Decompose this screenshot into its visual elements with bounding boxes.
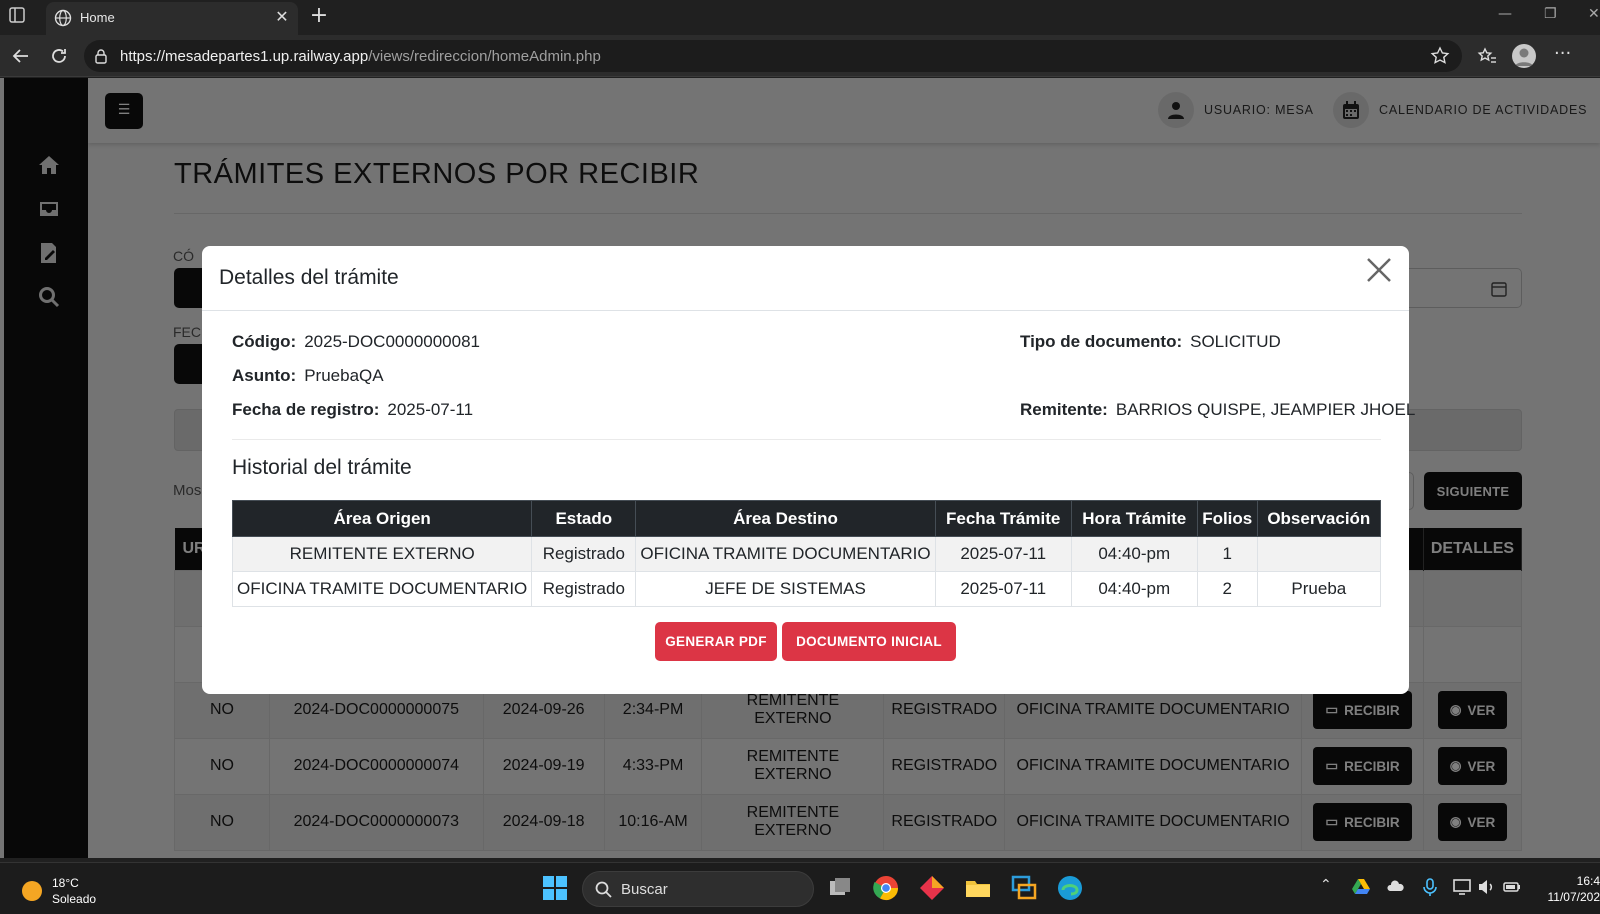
refresh-icon[interactable]: [48, 45, 70, 67]
globe-icon: [54, 9, 72, 27]
window-close-icon[interactable]: ✕: [1588, 6, 1600, 22]
header-hora-tramite: Hora Trámite: [1070, 500, 1198, 537]
remitente-info: Remitente: BARRIOS QUISPE, JEAMPIER JHOEL: [1020, 400, 1416, 419]
generar-pdf-button[interactable]: GENERAR PDF: [655, 622, 777, 661]
battery-icon[interactable]: [1502, 877, 1522, 897]
documento-inicial-button[interactable]: DOCUMENTO INICIAL: [782, 622, 956, 661]
browser-tabbar: Home ✕ + — ❐ ✕: [0, 0, 1600, 35]
volume-icon[interactable]: [1476, 877, 1496, 897]
file-explorer-icon[interactable]: [963, 873, 993, 903]
cell-folios: 2: [1196, 571, 1258, 607]
cell-area-destino: JEFE DE SISTEMAS: [635, 571, 936, 607]
weather-widget[interactable]: 18°C Soleado: [22, 875, 96, 907]
cell-estado: Registrado: [531, 571, 637, 607]
url-text: https://mesadepartes1.up.railway.app/vie…: [120, 48, 601, 65]
cell-hora-tramite: 04:40-pm: [1070, 571, 1198, 607]
header-area-origen: Área Origen: [231, 500, 533, 537]
modal-header: Detalles del trámite: [202, 246, 1409, 311]
remote-desktop-icon[interactable]: [1009, 873, 1039, 903]
cell-fecha-tramite: 2025-07-11: [934, 536, 1072, 572]
cell-area-destino: OFICINA TRAMITE DOCUMENTARIO: [635, 536, 936, 572]
profile-avatar[interactable]: [1512, 44, 1536, 68]
lock-icon: [95, 49, 107, 64]
sun-icon: [22, 881, 42, 901]
microphone-icon[interactable]: [1420, 877, 1440, 897]
codigo-info: Código: 2025-DOC0000000081: [232, 332, 481, 351]
app-diamond-icon[interactable]: [917, 873, 947, 903]
browser-tab-home[interactable]: Home ✕: [46, 2, 298, 35]
tramite-details-modal: Detalles del trámite Código: 2025-DOC0000…: [202, 246, 1415, 694]
header-estado: Estado: [531, 500, 637, 537]
cell-estado: Registrado: [531, 536, 637, 572]
clock-time: 16:4: [1576, 874, 1600, 888]
cell-fecha-tramite: 2025-07-11: [934, 571, 1072, 607]
tab-close-icon[interactable]: ✕: [274, 9, 290, 25]
temperature: 18°C: [52, 876, 79, 890]
tipo-documento-info: Tipo de documento: SOLICITUD: [1020, 332, 1281, 351]
header-area-destino: Área Destino: [635, 500, 936, 537]
favorites-icon[interactable]: [1476, 45, 1498, 67]
cell-observacion: [1256, 536, 1382, 572]
restore-icon[interactable]: ❐: [1544, 6, 1557, 22]
cell-hora-tramite: 04:40-pm: [1070, 536, 1198, 572]
address-bar-row: https://mesadepartes1.up.railway.app/vie…: [0, 35, 1600, 77]
asunto-info: Asunto: PruebaQA: [232, 366, 384, 385]
historial-title: Historial del trámite: [232, 456, 412, 479]
google-drive-icon[interactable]: [1351, 877, 1371, 897]
fecha-registro-info: Fecha de registro: 2025-07-11: [232, 400, 474, 419]
chrome-icon[interactable]: [871, 873, 901, 903]
close-icon[interactable]: [1363, 254, 1395, 286]
onedrive-icon[interactable]: [1386, 877, 1406, 897]
windows-start-icon[interactable]: [540, 873, 570, 903]
tab-title: Home: [80, 10, 115, 25]
codigo-value: 2025-DOC0000000081: [304, 332, 481, 351]
windows-taskbar: 18°C Soleado Buscar ⌃ 16:4 11/07/202: [0, 862, 1600, 914]
cell-folios: 1: [1196, 536, 1258, 572]
header-folios: Folios: [1196, 500, 1258, 537]
cell-area-origen: OFICINA TRAMITE DOCUMENTARIO: [231, 571, 533, 607]
historial-row: OFICINA TRAMITE DOCUMENTARIO Registrado …: [231, 571, 1382, 607]
header-fecha-tramite: Fecha Trámite: [934, 500, 1072, 537]
system-clock[interactable]: 16:4 11/07/202: [1540, 873, 1600, 905]
edge-icon[interactable]: [1055, 873, 1085, 903]
cell-area-origen: REMITENTE EXTERNO: [231, 536, 533, 572]
modal-divider: [232, 439, 1381, 440]
tab-actions-icon[interactable]: [8, 6, 32, 28]
chevron-up-icon[interactable]: ⌃: [1320, 877, 1340, 897]
taskbar-search[interactable]: Buscar: [582, 871, 814, 907]
more-options-icon[interactable]: ···: [1554, 43, 1576, 65]
remitente-value: BARRIOS QUISPE, JEAMPIER JHOEL: [1115, 400, 1416, 419]
clock-date: 11/07/202: [1547, 890, 1600, 904]
network-icon[interactable]: [1452, 877, 1472, 897]
historial-row: REMITENTE EXTERNO Registrado OFICINA TRA…: [231, 536, 1382, 572]
tipo-documento-value: SOLICITUD: [1190, 332, 1281, 351]
historial-table: Área Origen Estado Área Destino Fecha Tr…: [231, 500, 1382, 607]
favorite-star-icon[interactable]: [1429, 45, 1451, 67]
back-icon[interactable]: [10, 45, 32, 67]
asunto-value: PruebaQA: [304, 366, 384, 385]
weather-condition: Soleado: [52, 892, 97, 906]
new-tab-icon[interactable]: +: [308, 5, 330, 28]
minimize-icon[interactable]: —: [1498, 6, 1512, 22]
url-input[interactable]: https://mesadepartes1.up.railway.app/vie…: [84, 40, 1462, 72]
modal-title: Detalles del trámite: [219, 266, 399, 289]
fecha-registro-value: 2025-07-11: [387, 400, 474, 419]
task-view-icon[interactable]: [825, 873, 855, 903]
header-observacion: Observación: [1256, 500, 1382, 537]
search-icon: [595, 881, 612, 898]
cell-observacion: Prueba: [1256, 571, 1382, 607]
